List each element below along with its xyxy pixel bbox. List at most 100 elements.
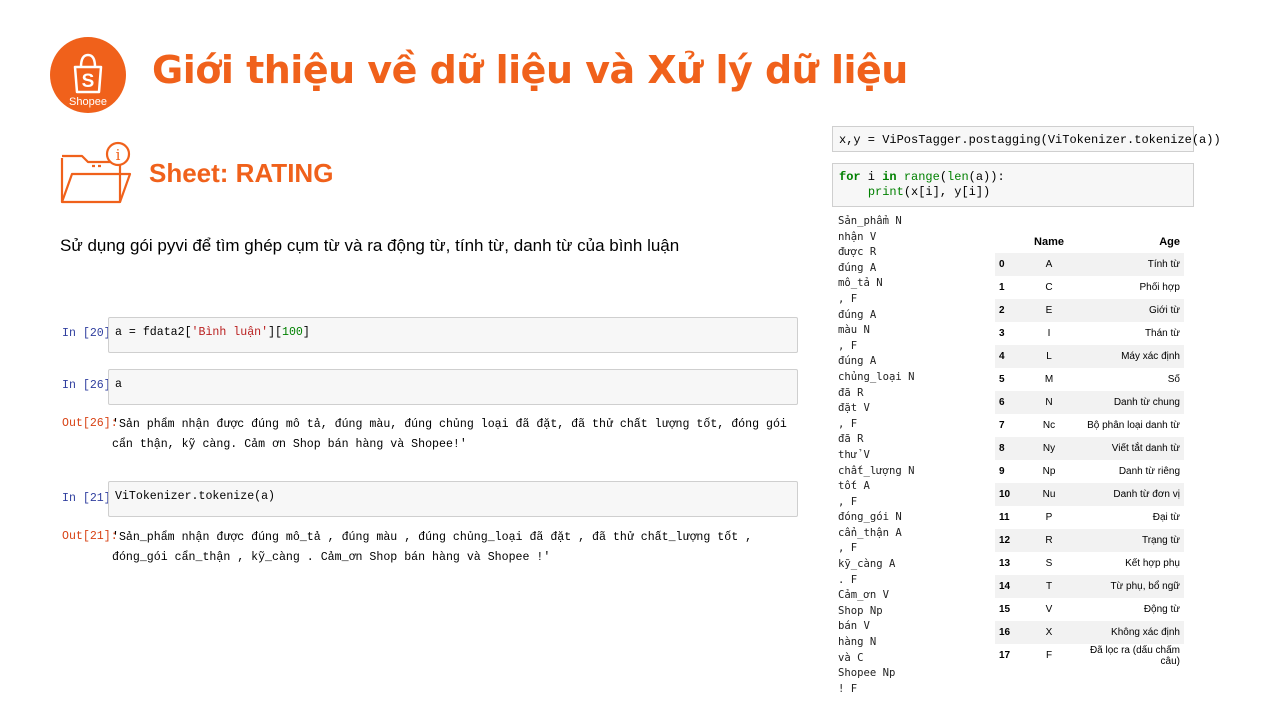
pos-tag-line: , F <box>838 542 858 555</box>
table-row: 1 C Phối hợp <box>995 276 1184 299</box>
pos-tag-line: đã R <box>838 386 864 399</box>
table-cell: R <box>1045 535 1053 546</box>
table-cell: Viết tắt danh từ <box>1111 443 1180 454</box>
table-cell: I <box>1047 328 1051 339</box>
table-cell: N <box>1045 397 1053 408</box>
table-cell: L <box>1046 351 1052 362</box>
pos-tag-line: , F <box>838 495 858 508</box>
pos-tag-line: chất_lượng N <box>838 464 915 477</box>
table-cell: 7 <box>999 420 1005 431</box>
pos-tag-line: kỹ_càng A <box>838 558 896 571</box>
cell-output: 'Sản phẩm nhận được đúng mô tả, đúng màu… <box>112 418 787 451</box>
table-row: 16 X Không xác định <box>995 621 1184 644</box>
table-cell: Bộ phân loại danh từ <box>1087 420 1180 431</box>
table-cell: Np <box>1042 466 1056 477</box>
table-cell: 3 <box>999 328 1005 339</box>
pos-tag-line: . F <box>838 573 858 586</box>
table-row: 11 P Đại từ <box>995 506 1184 529</box>
sheet-title: Sheet: RATING <box>149 158 334 188</box>
pos-tag-line: màu N <box>838 324 870 337</box>
pos-tag-line: đúng A <box>838 261 877 274</box>
table-row: 12 R Trạng từ <box>995 529 1184 552</box>
table-cell: 16 <box>999 627 1011 638</box>
logo-text: Shopee <box>69 96 107 108</box>
pos-tag-line: đóng_gói N <box>838 511 902 524</box>
pos-tag-line: thử V <box>838 448 870 461</box>
folder-info-icon: i <box>60 141 132 204</box>
pos-tag-line: đúng A <box>838 308 877 321</box>
table-cell: 9 <box>999 466 1005 477</box>
table-cell: E <box>1045 305 1053 316</box>
table-cell: 1 <box>999 282 1005 293</box>
table-row: 4 L Máy xác định <box>995 345 1184 368</box>
logo-mark: S <box>82 71 95 92</box>
pos-tag-line: ! F <box>838 682 858 695</box>
pos-tag-line: hàng N <box>838 636 877 649</box>
table-row: 3 I Thán từ <box>995 322 1184 345</box>
table-row: 17 F Đã lọc ra (dấu chấm câu) <box>995 644 1184 667</box>
table-row: 2 E Giới từ <box>995 299 1184 322</box>
pos-tag-line: được R <box>838 246 877 259</box>
table-cell: Danh từ đơn vị <box>1113 489 1180 500</box>
table-row: 8 Ny Viết tắt danh từ <box>995 437 1184 460</box>
pos-tag-line: đúng A <box>838 355 877 368</box>
pos-tag-line: chủng_loại N <box>838 370 915 383</box>
table-row: 15 V Động từ <box>995 598 1184 621</box>
table-header: Name <box>1034 236 1064 248</box>
table-cell: A <box>1045 259 1053 270</box>
table-cell: 2 <box>999 305 1005 316</box>
table-cell: Danh từ riêng <box>1118 466 1180 477</box>
code-cell[interactable]: a <box>108 369 798 405</box>
table-cell: Trạng từ <box>1141 535 1180 546</box>
table-row: 7 Nc Bộ phân loại danh từ <box>995 414 1184 437</box>
code-cell-postagging[interactable]: x,y = ViPosTagger.postagging(ViTokenizer… <box>832 126 1221 152</box>
pos-tag-line: cẩn_thận A <box>838 526 902 539</box>
table-cell: Nu <box>1042 489 1056 500</box>
table-cell: 14 <box>999 581 1011 592</box>
svg-text:i: i <box>116 146 121 164</box>
table-cell: M <box>1044 374 1054 385</box>
code-cell-loop[interactable]: for i in range(len(a)): print(x[i], y[i]… <box>832 163 1194 207</box>
table-cell: 6 <box>999 397 1005 408</box>
pos-tag-line: , F <box>838 292 858 305</box>
table-cell: Kết hợp phụ <box>1125 558 1180 569</box>
table-cell: Tính từ <box>1147 259 1180 270</box>
table-cell: Ny <box>1042 443 1056 454</box>
table-cell: 17 <box>999 650 1011 661</box>
pos-tag-line: đặt V <box>838 402 870 415</box>
table-cell: S <box>1045 558 1053 569</box>
table-cell: T <box>1045 581 1053 592</box>
table-cell: Nc <box>1042 420 1056 431</box>
table-cell: Đã lọc ra (dấu chấm câu) <box>1089 644 1180 667</box>
table-row: 0 A Tính từ <box>995 253 1184 276</box>
table-row: 10 Nu Danh từ đơn vị <box>995 483 1184 506</box>
pos-tag-line: , F <box>838 339 858 352</box>
description-text: Sử dụng gói pyvi để tìm ghép cụm từ và r… <box>60 236 680 255</box>
table-cell: Đại từ <box>1152 512 1180 523</box>
pos-tag-line: Cảm_ơn V <box>838 589 890 602</box>
pos-tag-line: Sản_phẩm N <box>838 215 902 227</box>
table-cell: Giới từ <box>1148 305 1180 316</box>
code-cell[interactable]: ViTokenizer.tokenize(a) <box>108 481 798 517</box>
table-cell: 11 <box>999 512 1010 523</box>
table-cell: Không xác định <box>1111 627 1180 638</box>
table-row: 13 S Kết hợp phụ <box>995 552 1184 575</box>
pos-tag-table: Name Age 0 A Tính từ 1 C Phối hợp 2 E Giới từ 3 I T… <box>995 231 1184 667</box>
table-cell: 12 <box>999 535 1011 546</box>
table-cell: V <box>1045 604 1053 615</box>
table-cell: 13 <box>999 558 1011 569</box>
table-row: 6 N Danh từ chung <box>995 391 1184 414</box>
cell-prompt-out: Out[26]: <box>62 417 118 430</box>
table-cell: X <box>1045 627 1053 638</box>
code-cell[interactable]: a = fdata2['Bình luận'][100] <box>108 317 798 353</box>
table-cell: Máy xác định <box>1121 351 1180 362</box>
table-header: Age <box>1159 236 1180 248</box>
table-row: 5 M Số <box>995 368 1184 391</box>
pos-tag-output: Sản_phẩm N nhận V được R đúng A mô_tả N , F đú… <box>838 214 915 697</box>
table-row: 14 T Từ phụ, bổ ngữ <box>995 575 1184 598</box>
slide-title: Giới thiệu về dữ liệu và Xử lý dữ liệu <box>152 48 908 92</box>
pos-tag-line: và C <box>838 651 864 664</box>
table-cell: 15 <box>999 604 1011 615</box>
table-cell: P <box>1045 512 1053 523</box>
table-cell: Động từ <box>1143 604 1180 615</box>
